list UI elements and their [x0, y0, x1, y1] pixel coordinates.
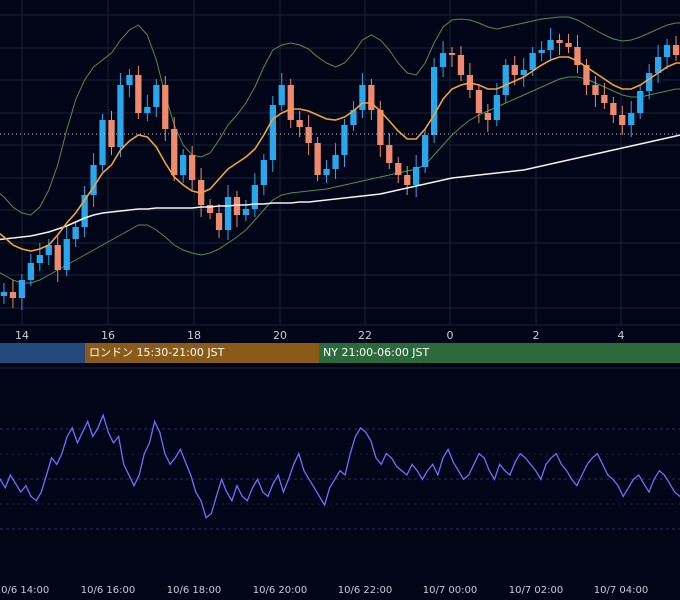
- x-tick-label: 10/6 18:00: [166, 585, 222, 596]
- candle-body: [215, 213, 223, 230]
- candle-body: [637, 91, 644, 113]
- candle-body: [565, 43, 572, 47]
- candle-body: [457, 55, 465, 75]
- x-tick-label: 10/6 22:00: [337, 585, 393, 596]
- x-tick-label: 18: [187, 329, 201, 342]
- candle-body: [493, 95, 500, 120]
- candle-body: [0, 292, 8, 296]
- candle-body: [547, 40, 554, 50]
- x-tick-label: 16: [101, 329, 115, 342]
- candle-body: [171, 129, 178, 175]
- candle-body: [422, 135, 429, 167]
- candle-body: [601, 95, 608, 103]
- candle-body: [386, 145, 393, 163]
- candle-body: [359, 85, 366, 110]
- x-tick-label: 10/7 02:00: [508, 585, 564, 596]
- candle-body: [144, 107, 151, 113]
- candle-body: [484, 113, 491, 120]
- candle-body: [63, 239, 70, 270]
- candle-body: [189, 155, 196, 180]
- candle-body: [431, 67, 438, 135]
- candle-body: [448, 53, 456, 55]
- x-tick-label: 14: [15, 329, 29, 342]
- candle-body: [9, 292, 17, 298]
- candle-body: [672, 45, 680, 55]
- candle-body: [628, 113, 635, 125]
- candle-body: [529, 53, 536, 70]
- candle-body: [36, 255, 43, 263]
- candle-body: [592, 85, 599, 95]
- candle-body: [439, 53, 447, 67]
- candle-body: [502, 65, 509, 95]
- candle-body: [663, 45, 671, 57]
- candle-body: [242, 209, 250, 215]
- x-tick-label: 0: [446, 329, 454, 342]
- candle-body: [296, 120, 303, 127]
- oscillator-grid: [0, 428, 680, 530]
- candle-body: [619, 115, 626, 125]
- candle-body: [27, 263, 34, 280]
- oscillator-line: [0, 413, 680, 519]
- x-tick-label: 10/6 20:00: [252, 585, 308, 596]
- x-tick-label: 10/7 04:00: [593, 585, 649, 596]
- candle-body: [99, 120, 106, 165]
- candle-body: [72, 227, 79, 239]
- candle-body: [646, 73, 653, 91]
- session-band-tokyo: [0, 343, 85, 363]
- candle-body: [153, 85, 160, 107]
- x-tick-label: 4: [617, 329, 625, 342]
- candle-body: [341, 125, 348, 155]
- candle-body: [180, 155, 187, 175]
- candlesticks: [0, 28, 680, 310]
- candle-body: [251, 185, 258, 209]
- candle-body: [108, 120, 115, 147]
- x-tick-label: 2: [532, 329, 540, 342]
- candle-body: [475, 90, 483, 113]
- candle-body: [404, 175, 411, 185]
- candle-body: [278, 85, 285, 105]
- candle-body: [520, 70, 527, 75]
- x-tick-label: 22: [358, 329, 372, 342]
- candle-body: [126, 75, 133, 85]
- candle-body: [511, 65, 518, 75]
- candle-body: [260, 160, 267, 185]
- candle-body: [323, 169, 330, 175]
- candle-body: [18, 280, 25, 298]
- x-tick-label: 10/7 00:00: [422, 585, 478, 596]
- candle-body: [269, 105, 276, 160]
- candle-body: [377, 110, 384, 145]
- candle-body: [332, 155, 339, 169]
- x-tick-label: 20: [273, 329, 287, 342]
- bollinger-upper-line: [0, 16, 680, 216]
- x-tick-label: 10/6 16:00: [80, 585, 136, 596]
- candle-body: [395, 163, 402, 175]
- candle-body: [305, 127, 312, 143]
- oscillator-series: [0, 413, 680, 519]
- candle-body: [117, 85, 124, 147]
- candle-body: [135, 75, 142, 113]
- candle-body: [162, 85, 169, 129]
- candle-body: [54, 245, 61, 270]
- candle-body: [538, 50, 545, 53]
- x-tick-label: 10/6 14:00: [0, 585, 50, 596]
- candle-body: [610, 103, 617, 115]
- candle-body: [556, 40, 563, 43]
- candle-body: [314, 143, 321, 175]
- bollinger-lower-line: [0, 76, 680, 284]
- session-band-london: ロンドン 15:30-21:00 JST: [85, 343, 319, 363]
- candle-body: [368, 85, 375, 110]
- candle-body: [413, 167, 420, 185]
- candle-body: [224, 197, 232, 230]
- candle-body: [287, 85, 294, 120]
- session-band-ny: NY 21:00-06:00 JST: [319, 343, 680, 363]
- trading-chart: [0, 0, 680, 530]
